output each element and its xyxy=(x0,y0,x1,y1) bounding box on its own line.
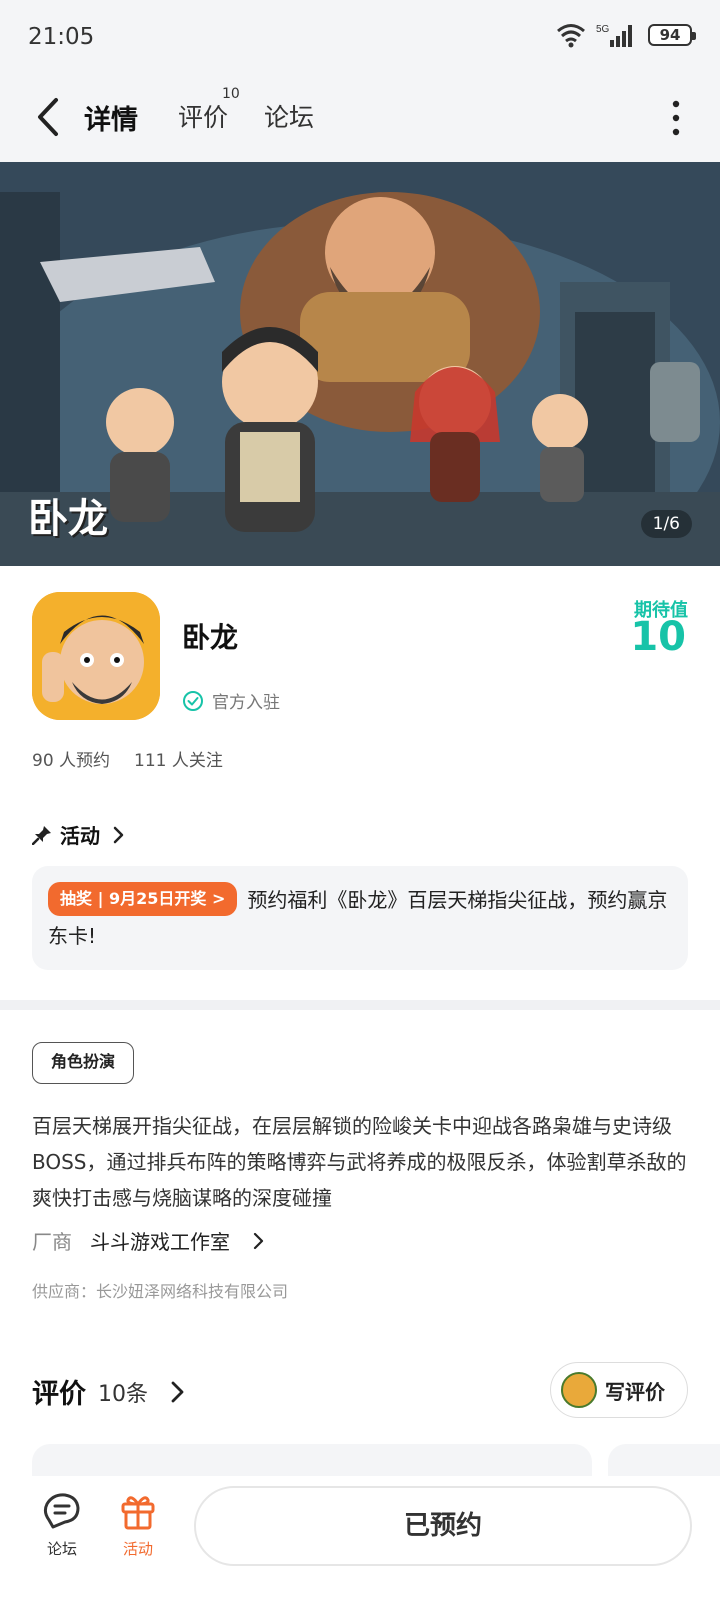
top-nav: 详情 评价 10 论坛 xyxy=(0,76,720,162)
bottom-bar: 论坛 活动 已预约 xyxy=(0,1476,720,1612)
status-time: 21:05 xyxy=(28,24,95,50)
official-badge: 官方入驻 xyxy=(182,688,280,713)
lottery-badge: 抽奖 | 9月25日开奖 > xyxy=(48,882,238,916)
status-icons: 5G 94 xyxy=(556,22,696,48)
hero-banner[interactable]: 卧龙 1/6 xyxy=(0,162,720,566)
forum-label: 论坛 xyxy=(46,1540,77,1558)
reservation-count: 90 人预约 xyxy=(32,751,111,771)
hero-logo-text: 卧龙 xyxy=(28,495,108,542)
tab-detail[interactable]: 详情 xyxy=(80,98,144,143)
app-icon xyxy=(32,592,160,720)
gift-icon xyxy=(121,1496,155,1530)
chevron-right-icon xyxy=(253,1232,264,1249)
chevron-right-icon xyxy=(113,826,124,843)
review-count: 10条 xyxy=(98,1381,148,1407)
tab-forum[interactable]: 论坛 xyxy=(264,98,314,134)
game-description: 百层天梯展开指尖征战，在层层解锁的险峻关卡中迎战各路枭雄与史诗级BOSS，通过排… xyxy=(32,1114,687,1210)
battery-indicator: 94 xyxy=(648,24,696,46)
activity-header[interactable]: 活动 xyxy=(32,820,126,849)
review-count-badge: 10 xyxy=(222,86,240,102)
write-review-button[interactable]: 写评价 xyxy=(550,1362,688,1418)
write-review-label: 写评价 xyxy=(605,1379,665,1404)
hero-artwork xyxy=(0,162,720,566)
review-header[interactable]: 评价 10条 xyxy=(32,1372,186,1411)
verified-check-icon xyxy=(183,690,203,711)
network-type: 5G xyxy=(596,24,610,35)
review-title: 评价 xyxy=(32,1379,86,1410)
bottom-nav-forum[interactable]: 论坛 xyxy=(32,1490,92,1559)
follower-count: 111 人关注 xyxy=(134,751,223,771)
image-counter: 1/6 xyxy=(640,510,692,538)
supplier-info: 供应商：长沙妞泽网络科技有限公司 xyxy=(32,1282,289,1301)
official-label: 官方入驻 xyxy=(212,693,280,713)
user-avatar xyxy=(561,1372,597,1408)
wifi-icon xyxy=(557,24,585,48)
chevron-right-icon xyxy=(171,1381,184,1402)
reserved-button[interactable]: 已预约 xyxy=(194,1486,692,1566)
genre-tag[interactable]: 角色扮演 xyxy=(32,1042,134,1084)
more-options-icon[interactable] xyxy=(672,100,680,136)
expectation-value: 10 xyxy=(630,614,686,660)
signal-icon: 5G xyxy=(596,24,632,47)
developer-name[interactable]: 斗斗游戏工作室 xyxy=(90,1226,230,1255)
developer-label: 厂商 xyxy=(32,1230,72,1254)
developer-row[interactable]: 厂商 斗斗游戏工作室 xyxy=(32,1226,266,1255)
app-stats: 90 人预约 111 人关注 xyxy=(32,746,223,771)
app-name: 卧龙 xyxy=(182,621,239,654)
back-arrow-icon[interactable] xyxy=(30,94,70,140)
activity-card[interactable]: 抽奖 | 9月25日开奖 > 预约福利《卧龙》百层天梯指尖征战，预约赢京东卡! xyxy=(32,866,688,970)
bottom-nav-activity[interactable]: 活动 xyxy=(108,1490,168,1559)
activity-label: 活动 xyxy=(122,1540,153,1558)
status-bar: 21:05 5G 94 xyxy=(0,0,720,76)
tab-review[interactable]: 评价 xyxy=(178,98,228,134)
forum-chat-icon xyxy=(43,1493,80,1529)
section-divider xyxy=(0,1000,720,1010)
activity-title: 活动 xyxy=(60,824,100,848)
pin-icon xyxy=(32,825,51,845)
